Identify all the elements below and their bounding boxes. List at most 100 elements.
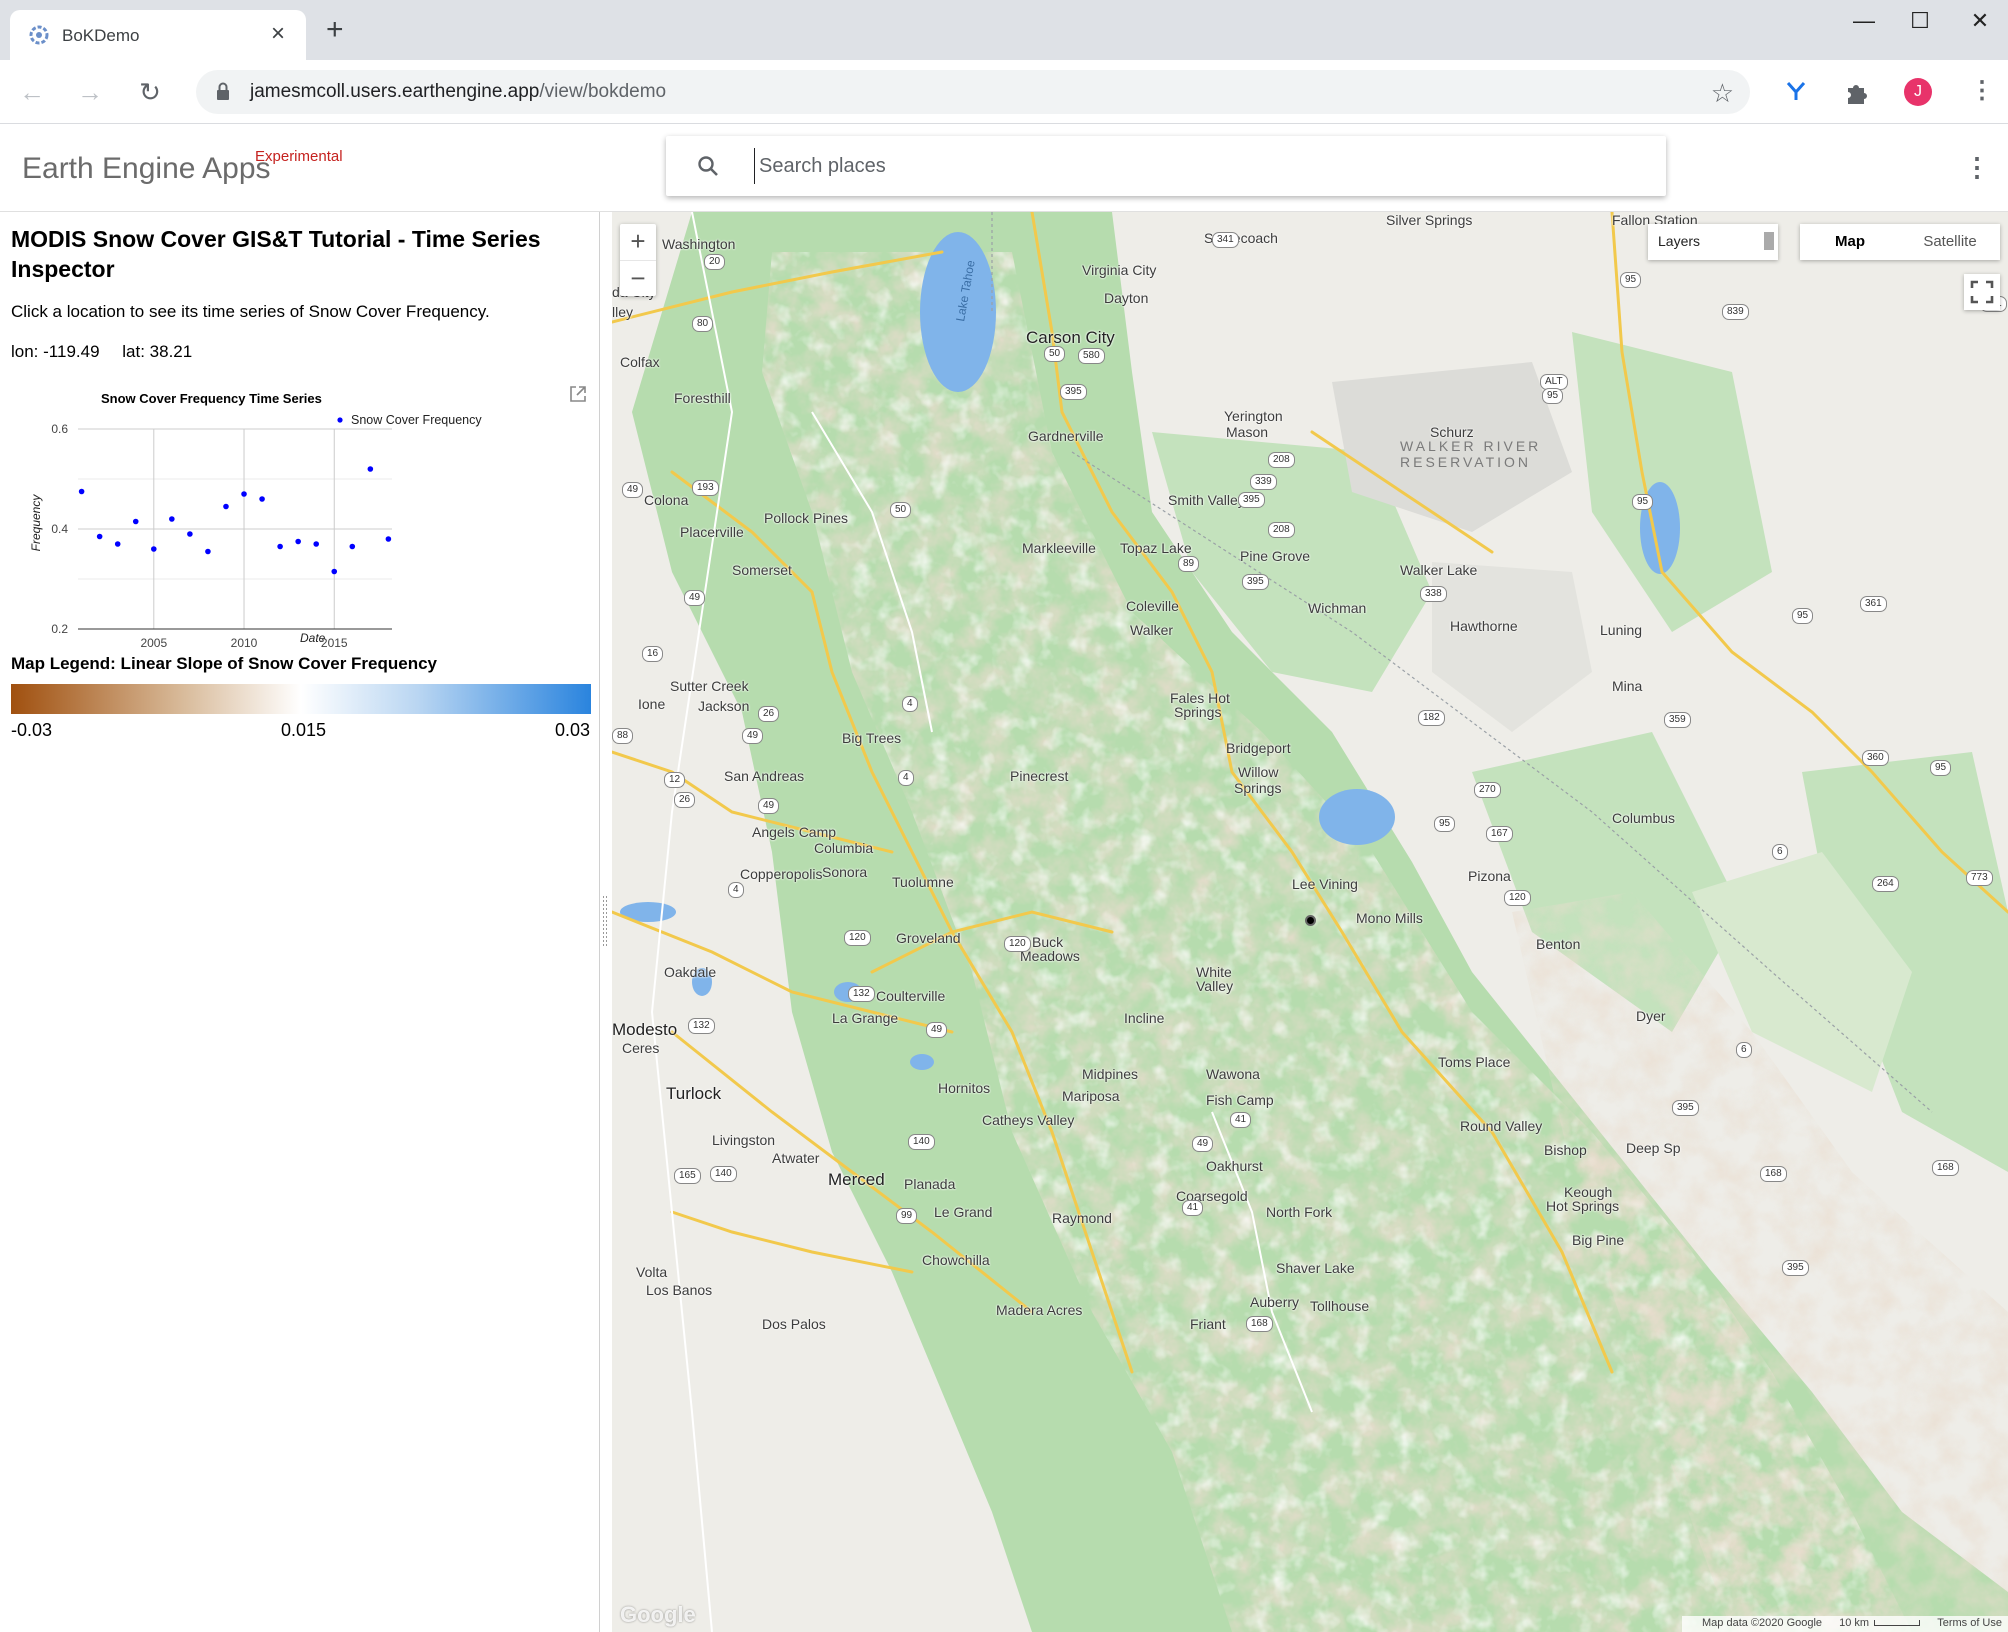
route-shield: 360	[1862, 750, 1889, 766]
map-place-label: Columbia	[814, 840, 874, 856]
chart-data-point[interactable]	[313, 541, 320, 547]
fullscreen-button[interactable]	[1964, 274, 2000, 310]
map-place-label: Fish Camp	[1206, 1092, 1274, 1108]
zoom-out-button[interactable]: −	[620, 260, 656, 296]
search-icon[interactable]	[696, 154, 720, 178]
chart-data-point[interactable]	[150, 546, 157, 552]
route-shield: 50	[890, 502, 912, 518]
route-shield: 182	[1418, 710, 1445, 726]
time-series-chart[interactable]: Snow Cover Frequency Time Series Snow Co…	[10, 380, 590, 650]
browser-tab[interactable]: BoKDemo ×	[10, 10, 306, 60]
bookmark-star-icon[interactable]: ☆	[1711, 78, 1734, 109]
tab-close-icon[interactable]: ×	[264, 20, 292, 48]
chart-legend-label: Snow Cover Frequency	[351, 413, 482, 427]
longitude-label: lon: -119.49	[11, 342, 100, 361]
chart-data-point[interactable]	[259, 496, 265, 502]
new-tab-button[interactable]: +	[326, 15, 344, 45]
map-place-label: North Fork	[1266, 1204, 1333, 1220]
route-shield: 4	[902, 696, 918, 712]
chart-data-point[interactable]	[385, 536, 392, 542]
chart-data-point[interactable]	[132, 518, 139, 525]
route-shield: 167	[1486, 826, 1513, 842]
route-shield: 49	[622, 482, 644, 498]
panel-description: Click a location to see its time series …	[11, 302, 490, 321]
map-place-label: Meadows	[1020, 948, 1080, 964]
chart-data-point[interactable]	[349, 543, 356, 550]
map-place-label: Lee Vining	[1292, 876, 1358, 892]
zoom-in-button[interactable]: +	[620, 224, 656, 260]
map-scale-bar	[1874, 1620, 1921, 1626]
route-shield: 270	[1474, 782, 1501, 798]
layers-dropdown[interactable]: Layers	[1648, 224, 1778, 260]
chart-data-point[interactable]	[169, 516, 175, 522]
route-shield: 165	[674, 1168, 701, 1184]
map-place-label: Raymond	[1052, 1210, 1112, 1226]
minimize-window-icon[interactable]: —	[1836, 6, 1892, 36]
chart-title: Snow Cover Frequency Time Series	[101, 391, 322, 406]
x-tick-label: 2010	[231, 636, 258, 650]
map-place-label: Silver Springs	[1386, 212, 1473, 228]
chart-data-point[interactable]	[223, 503, 229, 510]
open-chart-popout-icon[interactable]	[568, 384, 588, 404]
map-place-label: Auberry	[1250, 1294, 1300, 1310]
address-bar[interactable]: jamesmcoll.users.earthengine.app/view/bo…	[196, 70, 1750, 114]
route-shield: 41	[1182, 1200, 1204, 1216]
map-place-label: Mono Mills	[1356, 910, 1423, 926]
map-place-label: Tuolumne	[892, 874, 954, 890]
layers-label: Layers	[1658, 233, 1701, 249]
route-shield: 120	[844, 930, 871, 946]
chart-data-point[interactable]	[367, 466, 374, 472]
chart-data-point[interactable]	[187, 531, 193, 537]
layers-scroll-thumb[interactable]	[1764, 232, 1774, 250]
app-menu-icon[interactable]: ⋮	[1964, 152, 1990, 183]
chart-data-point[interactable]	[96, 533, 103, 540]
route-shield: 49	[1192, 1136, 1214, 1152]
chart-data-point[interactable]	[331, 568, 338, 575]
route-shield: 132	[688, 1018, 715, 1034]
map-place-label: lley	[612, 304, 634, 320]
map-place-label: Tollhouse	[1310, 1298, 1370, 1314]
url-host: jamesmcoll.users.earthengine.app	[250, 81, 540, 102]
route-shield: 89	[1178, 556, 1200, 572]
chart-data-point[interactable]	[78, 488, 85, 495]
map-place-label: Springs	[1174, 704, 1222, 720]
map-canvas[interactable]: Lake Tahoe Silver Springs Fallon Station W…	[612, 212, 2008, 1632]
y-tick-label: 0.6	[51, 422, 68, 436]
coordinates-readout: lon: -119.49 lat: 38.21	[11, 342, 210, 362]
map-attribution: Map data ©2020 Google 10 km Terms of Use	[1682, 1616, 2008, 1632]
route-shield: 95	[1620, 272, 1642, 288]
chart-data-point[interactable]	[295, 538, 301, 545]
browser-menu-icon[interactable]: ⋮	[1970, 76, 1994, 106]
tab-title: BoKDemo	[62, 26, 140, 45]
route-shield: 361	[1860, 596, 1887, 612]
route-shield: 140	[710, 1166, 737, 1182]
extension-y-icon[interactable]	[1786, 80, 1806, 102]
terms-of-use-link[interactable]: Terms of Use	[1937, 1617, 2002, 1629]
reload-icon[interactable]: ↻	[132, 74, 168, 110]
map-place-label: Dos Palos	[762, 1316, 826, 1332]
map-place-label: Madera Acres	[996, 1302, 1083, 1318]
map-place-label: Big Pine	[1572, 1232, 1625, 1248]
chart-data-point[interactable]	[114, 541, 121, 547]
profile-avatar[interactable]: J	[1904, 78, 1932, 106]
forward-arrow-icon[interactable]: →	[72, 74, 108, 110]
route-shield: 95	[1930, 760, 1952, 776]
chart-data-point[interactable]	[205, 548, 211, 555]
close-window-icon[interactable]: ✕	[1952, 6, 2008, 36]
route-shield: 339	[1250, 474, 1277, 490]
chart-data-point[interactable]	[277, 543, 283, 550]
extensions-puzzle-icon[interactable]	[1844, 80, 1870, 106]
back-arrow-icon[interactable]: ←	[14, 74, 50, 110]
map-place-label: Copperopolis	[740, 866, 823, 882]
map-place-label: Placerville	[680, 524, 744, 540]
maximize-window-icon[interactable]: ☐	[1892, 6, 1948, 36]
search-places-input[interactable]	[754, 148, 1634, 184]
map-place-label: Hawthorne	[1450, 618, 1518, 634]
map-type-satellite-button[interactable]: Satellite	[1900, 224, 2000, 260]
chart-data-point[interactable]	[241, 491, 247, 497]
x-tick-label: 2005	[140, 636, 167, 650]
map-type-map-button[interactable]: Map	[1800, 224, 1900, 260]
map-place-label: Volta	[636, 1264, 668, 1280]
map-place-label: Planada	[904, 1176, 956, 1192]
panel-resize-handle[interactable]	[602, 896, 608, 946]
